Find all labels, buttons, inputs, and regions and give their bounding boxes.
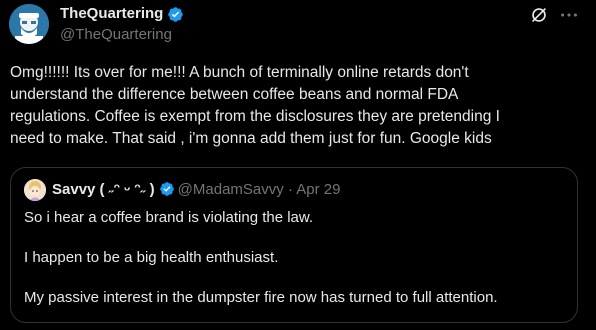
quoted-post-header: Savvy ( ˶ᵔ ᵕ ᵔ˶ ) @MadamSavvy · Apr 29 <box>52 180 340 200</box>
more-options-icon[interactable] <box>558 4 580 26</box>
quoted-post-line: I happen to be a big health enthusiast. <box>24 249 279 266</box>
meta-separator: · <box>287 181 293 198</box>
author-avatar[interactable] <box>9 4 49 44</box>
post-text: Omg!!!!!! Its over for me!!! A bunch of … <box>10 62 590 150</box>
grok-icon[interactable] <box>528 4 550 26</box>
verified-badge-icon <box>167 6 184 23</box>
author-display-name[interactable]: TheQuartering <box>60 4 163 24</box>
quoted-post-line: So i hear a coffee brand is violating th… <box>24 209 314 226</box>
quoted-post-card[interactable]: Savvy ( ˶ᵔ ᵕ ᵔ˶ ) @MadamSavvy · Apr 29 S… <box>10 167 578 323</box>
post-text-line: understand the difference between coffee… <box>10 86 459 103</box>
verified-badge-icon <box>159 181 175 197</box>
quoted-author-avatar[interactable] <box>24 179 46 201</box>
author-handle[interactable]: @TheQuartering <box>60 25 172 45</box>
post: TheQuartering @TheQuartering Omg!!!!!! I… <box>0 0 596 330</box>
post-text-line: regulations. Coffee is exempt from the d… <box>10 108 500 125</box>
quoted-post-date[interactable]: Apr 29 <box>296 181 340 198</box>
quoted-author-handle[interactable]: @MadamSavvy <box>178 181 284 198</box>
quoted-post-line: My passive interest in the dumpster fire… <box>24 289 498 306</box>
post-text-line: need to make. That said , i'm gonna add … <box>10 130 492 147</box>
quoted-author-display-name[interactable]: Savvy ( ˶ᵔ ᵕ ᵔ˶ ) <box>52 181 155 198</box>
post-text-line: Omg!!!!!! Its over for me!!! A bunch of … <box>10 64 469 81</box>
